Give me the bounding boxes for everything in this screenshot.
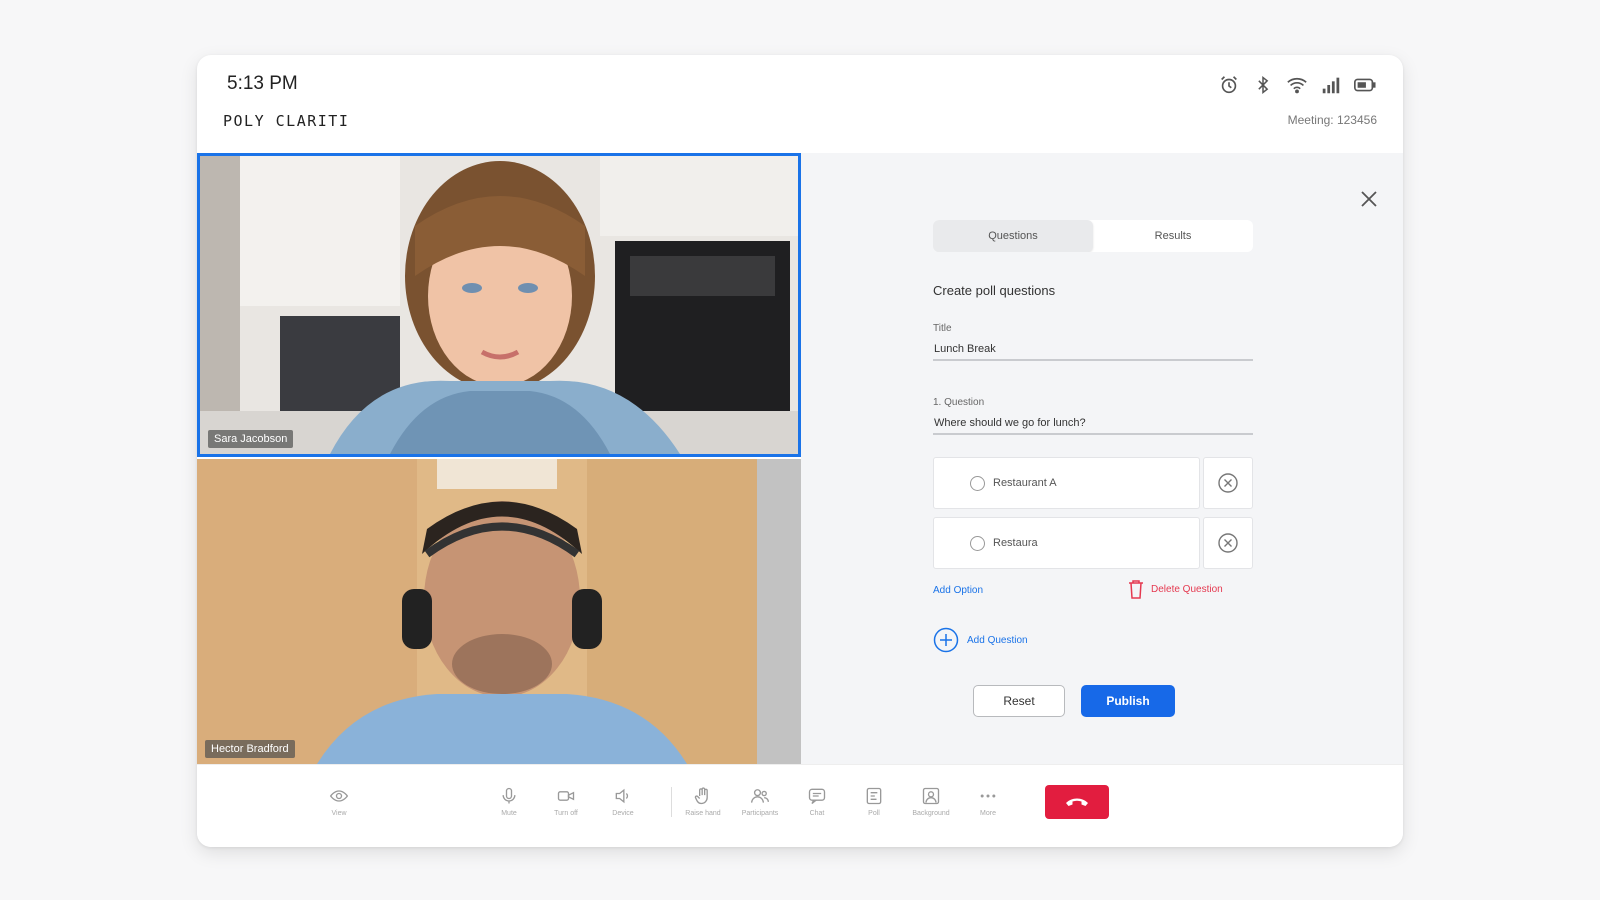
participants-icon xyxy=(749,785,771,807)
poll-button[interactable]: Poll xyxy=(852,785,896,817)
view-label: View xyxy=(331,810,347,817)
microphone-icon xyxy=(498,785,520,807)
camera-icon xyxy=(555,785,577,807)
form-heading: Create poll questions xyxy=(933,283,1056,298)
add-option-link[interactable]: Add Option xyxy=(933,585,983,596)
close-panel-button[interactable] xyxy=(1357,187,1381,211)
battery-icon xyxy=(1353,73,1377,97)
device-label: Device xyxy=(612,810,634,817)
add-question-button[interactable]: Add Question xyxy=(933,627,1028,653)
participant-video-hector xyxy=(197,459,801,764)
device-button[interactable]: Device xyxy=(601,785,645,817)
radio-button[interactable] xyxy=(970,475,985,491)
poll-tabs: Questions Results xyxy=(933,220,1253,252)
poll-option-row xyxy=(933,517,1253,569)
more-dots-icon xyxy=(977,785,999,807)
status-icons xyxy=(1217,73,1377,97)
chat-icon xyxy=(806,785,828,807)
poll-option-row xyxy=(933,457,1253,509)
chat-button[interactable]: Chat xyxy=(795,785,839,817)
view-button[interactable]: View xyxy=(317,785,361,817)
background-label: Background xyxy=(912,810,950,817)
hand-icon xyxy=(692,785,714,807)
question-field[interactable] xyxy=(933,413,1253,435)
video-tile-hector[interactable]: Hector Bradford xyxy=(197,459,801,764)
conference-device-screen: 5:13 PM POLY CLARITI Meeting: 123456 Sar… xyxy=(197,55,1403,847)
remove-option-button[interactable] xyxy=(1203,517,1253,569)
close-icon xyxy=(1361,191,1377,207)
mute-button[interactable]: Mute xyxy=(487,785,531,817)
background-icon xyxy=(920,785,942,807)
option-box xyxy=(933,517,1200,569)
more-button[interactable]: More xyxy=(966,785,1010,817)
toolbar-divider xyxy=(671,787,672,817)
speaker-icon xyxy=(612,785,634,807)
mute-label: Mute xyxy=(501,810,517,817)
option-input[interactable] xyxy=(993,477,1173,489)
participants-button[interactable]: Participants xyxy=(738,785,782,817)
delete-question-label: Delete Question xyxy=(1151,583,1223,595)
delete-question-button[interactable]: Delete Question xyxy=(1127,578,1223,600)
participant-video-sara xyxy=(200,156,798,454)
publish-button[interactable]: Publish xyxy=(1081,685,1175,717)
add-question-label: Add Question xyxy=(967,634,1028,646)
bluetooth-icon xyxy=(1251,73,1275,97)
participant-name-tag: Sara Jacobson xyxy=(208,430,294,448)
alarm-icon xyxy=(1217,73,1241,97)
remove-option-button[interactable] xyxy=(1203,457,1253,509)
option-box xyxy=(933,457,1200,509)
raise-hand-label: Raise hand xyxy=(685,810,721,817)
poll-label: Poll xyxy=(868,810,880,817)
eye-icon xyxy=(328,785,350,807)
video-tile-sara[interactable]: Sara Jacobson xyxy=(197,153,801,457)
question-label: 1. Question xyxy=(933,397,985,408)
end-call-button[interactable] xyxy=(1045,785,1109,819)
radio-button[interactable] xyxy=(970,535,985,551)
meeting-id: Meeting: 123456 xyxy=(1287,113,1377,127)
poll-panel: Questions Results Create poll questions … xyxy=(801,153,1403,764)
title-field[interactable] xyxy=(933,339,1253,361)
remove-circle-icon xyxy=(1218,533,1238,553)
raise-hand-button[interactable]: Raise hand xyxy=(681,785,725,817)
reset-button[interactable]: Reset xyxy=(973,685,1065,717)
brand-name: POLY CLARITI xyxy=(223,112,350,130)
title-label: Title xyxy=(933,323,952,334)
chat-label: Chat xyxy=(809,810,825,817)
hang-up-icon xyxy=(1066,798,1088,806)
signal-icon xyxy=(1319,73,1343,97)
camera-button[interactable]: Turn off xyxy=(544,785,588,817)
option-input[interactable] xyxy=(993,537,1173,549)
trash-icon xyxy=(1129,580,1143,599)
tab-results[interactable]: Results xyxy=(1093,220,1253,252)
tab-questions[interactable]: Questions xyxy=(933,220,1093,252)
clock: 5:13 PM xyxy=(227,73,298,94)
participant-name-tag: Hector Bradford xyxy=(205,740,295,758)
plus-circle-icon xyxy=(933,627,959,653)
wifi-icon xyxy=(1285,73,1309,97)
participants-label: Participants xyxy=(741,810,779,817)
call-toolbar: View Mute Turn off Device Raise hand Par… xyxy=(197,764,1403,847)
remove-circle-icon xyxy=(1218,473,1238,493)
more-label: More xyxy=(980,810,996,817)
camera-label: Turn off xyxy=(554,810,578,817)
poll-icon xyxy=(863,785,885,807)
background-button[interactable]: Background xyxy=(909,785,953,817)
